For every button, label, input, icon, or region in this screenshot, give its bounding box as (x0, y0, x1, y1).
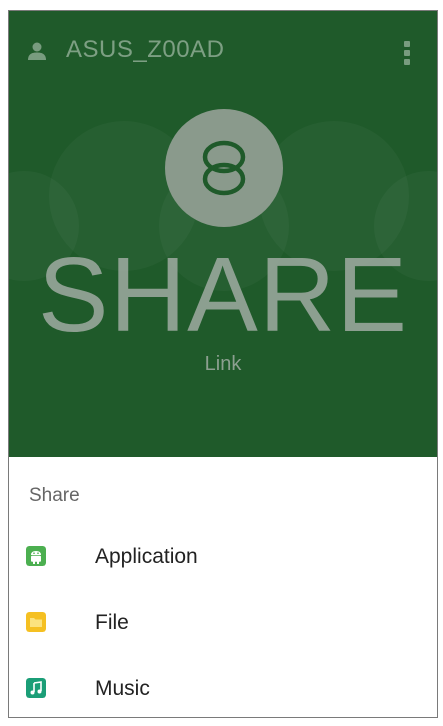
android-icon (26, 546, 46, 566)
sheet-title: Share (29, 485, 80, 506)
person-icon (28, 42, 46, 60)
share-item-label: Application (95, 545, 198, 568)
share-item-music[interactable]: Music (9, 663, 437, 717)
share-link-hero: ASUS_Z00AD SHARE Link (9, 11, 437, 457)
share-item-label: File (95, 611, 129, 634)
share-item-file[interactable]: File (9, 597, 437, 653)
folder-icon (26, 612, 46, 632)
share-item-application[interactable]: Application (9, 531, 437, 587)
share-title: SHARE (37, 236, 409, 354)
share-sheet: Share Application File Music (9, 457, 437, 717)
top-bar: ASUS_Z00AD (9, 11, 437, 89)
overflow-menu-icon[interactable] (403, 41, 411, 65)
link-subtitle: Link (204, 353, 242, 375)
share-item-label: Music (95, 677, 150, 700)
device-name[interactable]: ASUS_Z00AD (66, 36, 224, 64)
screen-frame: ASUS_Z00AD SHARE Link Share Application … (8, 10, 438, 718)
music-note-icon (26, 678, 46, 698)
share-link-logo-icon (165, 109, 283, 227)
